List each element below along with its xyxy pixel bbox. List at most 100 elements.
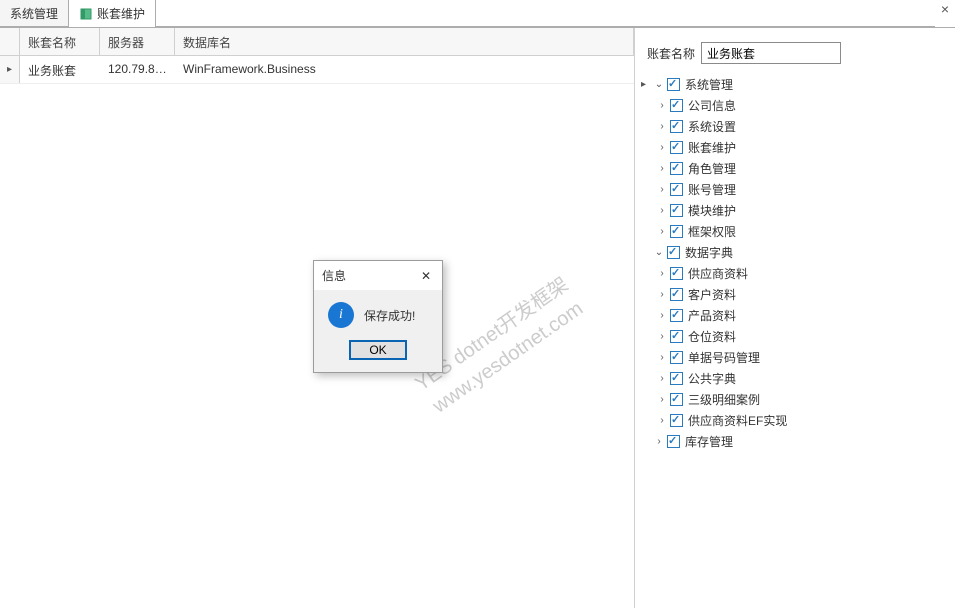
chevron-right-icon[interactable]: › xyxy=(657,353,667,363)
info-icon: i xyxy=(328,302,354,328)
account-grid: 账套名称 服务器 数据库名 业务账套 120.79.85... WinFrame… xyxy=(0,28,634,84)
tree-node[interactable]: › 角色管理 xyxy=(641,158,945,179)
checkbox[interactable] xyxy=(667,246,680,259)
tree-label: 三级明细案例 xyxy=(686,391,760,408)
checkbox[interactable] xyxy=(670,393,683,406)
tree-label: 账套维护 xyxy=(686,139,736,156)
cell-server: 120.79.85... xyxy=(100,56,175,83)
cell-db: WinFramework.Business xyxy=(175,56,634,83)
cell-name: 业务账套 xyxy=(20,56,100,83)
checkbox[interactable] xyxy=(670,351,683,364)
close-icon[interactable]: × xyxy=(935,0,955,27)
tab-label: 账套维护 xyxy=(97,5,145,22)
checkbox[interactable] xyxy=(670,183,683,196)
dialog-body: i 保存成功! xyxy=(314,290,442,336)
tree-label: 供应商资料 xyxy=(686,265,748,282)
dialog-title: 信息 xyxy=(322,267,418,284)
tree-node[interactable]: › 供应商资料EF实现 xyxy=(641,410,945,431)
tree-node[interactable]: › 仓位资料 xyxy=(641,326,945,347)
dialog-buttons: OK xyxy=(314,336,442,372)
chevron-right-icon[interactable]: › xyxy=(657,290,667,300)
chevron-right-icon[interactable]: › xyxy=(657,143,667,153)
row-indicator-header xyxy=(0,28,20,55)
chevron-down-icon[interactable]: ⌄ xyxy=(654,248,664,258)
tree-node[interactable]: › 三级明细案例 xyxy=(641,389,945,410)
checkbox[interactable] xyxy=(667,435,680,448)
tab-bar-spacer xyxy=(156,0,935,27)
tree-node[interactable]: ›框架权限 xyxy=(641,221,945,242)
tree-node[interactable]: › 客户资料 xyxy=(641,284,945,305)
tree-node[interactable]: ›系统设置 xyxy=(641,116,945,137)
form-row-name: 账套名称 xyxy=(635,28,955,70)
checkbox[interactable] xyxy=(670,225,683,238)
grid-header: 账套名称 服务器 数据库名 xyxy=(0,28,634,56)
table-row[interactable]: 业务账套 120.79.85... WinFramework.Business xyxy=(0,56,634,84)
checkbox[interactable] xyxy=(670,99,683,112)
checkbox[interactable] xyxy=(670,267,683,280)
tab-system-management[interactable]: 系统管理 xyxy=(0,0,69,27)
chevron-right-icon[interactable]: › xyxy=(657,164,667,174)
tab-bar: 系统管理 账套维护 × xyxy=(0,0,955,28)
dialog-title-bar[interactable]: 信息 ✕ xyxy=(314,261,442,290)
chevron-right-icon[interactable]: › xyxy=(657,416,667,426)
chevron-right-icon[interactable]: › xyxy=(657,395,667,405)
tab-account-maintenance[interactable]: 账套维护 xyxy=(69,0,156,27)
chevron-right-icon[interactable]: › xyxy=(657,227,667,237)
tree-label: 账号管理 xyxy=(686,181,736,198)
tree-node[interactable]: ›单据号码管理 xyxy=(641,347,945,368)
tree-node[interactable]: › 公司信息 xyxy=(641,95,945,116)
tree-label: 供应商资料EF实现 xyxy=(686,412,787,429)
account-name-input[interactable] xyxy=(701,42,841,64)
tree-label: 角色管理 xyxy=(686,160,736,177)
checkbox[interactable] xyxy=(670,414,683,427)
tree-node[interactable]: › 模块维护 xyxy=(641,200,945,221)
tree-node[interactable]: ⌄ 数据字典 xyxy=(641,242,945,263)
column-header-db[interactable]: 数据库名 xyxy=(175,28,634,55)
tree-label: 模块维护 xyxy=(686,202,736,219)
detail-pane: 账套名称 ▸⌄系统管理›公司信息›系统设置›账套维护›角色管理›账号管理›模块维… xyxy=(635,28,955,608)
checkbox[interactable] xyxy=(670,162,683,175)
close-icon[interactable]: ✕ xyxy=(418,269,434,283)
tree-node[interactable]: › 产品资料 xyxy=(641,305,945,326)
chevron-right-icon[interactable]: › xyxy=(657,311,667,321)
book-icon xyxy=(79,7,93,21)
chevron-right-icon[interactable]: › xyxy=(657,206,667,216)
grid-pane: 账套名称 服务器 数据库名 业务账套 120.79.85... WinFrame… xyxy=(0,28,635,608)
main-split: 账套名称 服务器 数据库名 业务账套 120.79.85... WinFrame… xyxy=(0,28,955,608)
chevron-right-icon[interactable]: › xyxy=(657,185,667,195)
tree-node[interactable]: › 供应商资料 xyxy=(641,263,945,284)
checkbox[interactable] xyxy=(667,78,680,91)
chevron-right-icon[interactable]: › xyxy=(657,332,667,342)
tree-node[interactable]: ›公共字典 xyxy=(641,368,945,389)
tree-label: 产品资料 xyxy=(686,307,736,324)
chevron-right-icon[interactable]: › xyxy=(657,101,667,111)
tree-node[interactable]: ▸⌄系统管理 xyxy=(641,74,945,95)
chevron-right-icon[interactable]: › xyxy=(654,437,664,447)
chevron-down-icon[interactable]: ⌄ xyxy=(654,80,664,90)
chevron-right-icon[interactable]: › xyxy=(657,122,667,132)
tree-node[interactable]: › 账号管理 xyxy=(641,179,945,200)
tree-label: 数据字典 xyxy=(683,244,733,261)
tree-label: 库存管理 xyxy=(683,433,733,450)
tree-node[interactable]: › 账套维护 xyxy=(641,137,945,158)
column-header-server[interactable]: 服务器 xyxy=(100,28,175,55)
checkbox[interactable] xyxy=(670,309,683,322)
checkbox[interactable] xyxy=(670,288,683,301)
checkbox[interactable] xyxy=(670,120,683,133)
chevron-right-icon[interactable]: › xyxy=(657,269,667,279)
checkbox[interactable] xyxy=(670,372,683,385)
tree-label: 公司信息 xyxy=(686,97,736,114)
tree-label: 仓位资料 xyxy=(686,328,736,345)
column-header-name[interactable]: 账套名称 xyxy=(20,28,100,55)
checkbox[interactable] xyxy=(670,330,683,343)
chevron-right-icon[interactable]: › xyxy=(657,374,667,384)
checkbox[interactable] xyxy=(670,141,683,154)
tab-label: 系统管理 xyxy=(10,5,58,22)
row-indicator-icon: ▸ xyxy=(641,79,651,90)
module-tree: ▸⌄系统管理›公司信息›系统设置›账套维护›角色管理›账号管理›模块维护›框架权… xyxy=(635,70,955,456)
tree-label: 客户资料 xyxy=(686,286,736,303)
checkbox[interactable] xyxy=(670,204,683,217)
ok-button[interactable]: OK xyxy=(349,340,406,360)
row-indicator-icon xyxy=(0,56,20,83)
tree-node[interactable]: › 库存管理 xyxy=(641,431,945,452)
